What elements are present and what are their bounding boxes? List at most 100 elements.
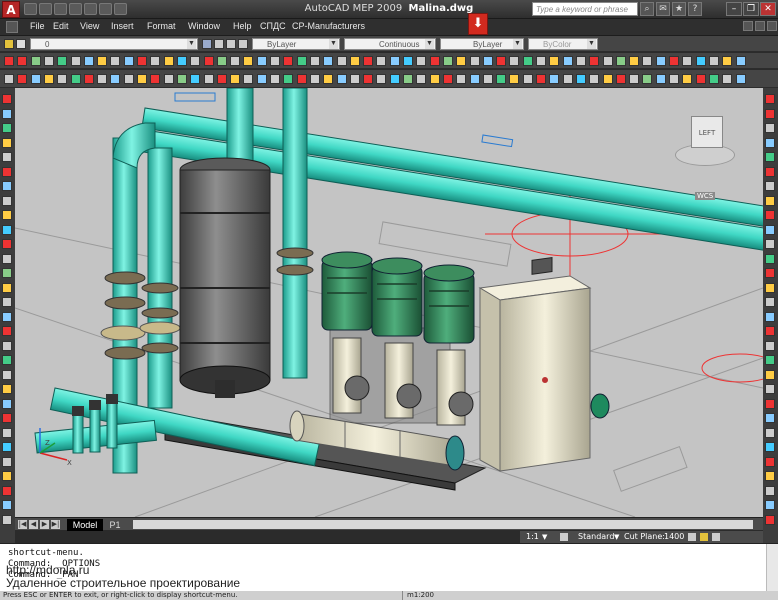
toolbar-tool-icon[interactable] [669, 74, 679, 84]
toolbar-tool-icon[interactable] [708, 56, 719, 66]
sidebar-tool-icon[interactable] [2, 239, 12, 249]
annotation-scale[interactable]: 1:1 [526, 531, 539, 543]
toolbar-tool-icon[interactable] [376, 56, 387, 66]
tab-model[interactable]: Model [67, 519, 103, 531]
toolbar-tool-icon[interactable] [522, 74, 533, 84]
toolbar-tool-icon[interactable] [389, 56, 400, 66]
toolbar-tool-icon[interactable] [536, 56, 546, 66]
toolbar-tool-icon[interactable] [83, 74, 94, 84]
toolbar-tool-icon[interactable] [216, 56, 227, 66]
toolbar-tool-icon[interactable] [17, 56, 28, 66]
toolbar-tool-icon[interactable] [190, 56, 201, 66]
tab-p1[interactable]: P1 [105, 519, 125, 531]
toolbar-tool-icon[interactable] [682, 56, 693, 66]
toolbar-tool-icon[interactable] [363, 74, 374, 84]
toolbar-tool-icon[interactable] [283, 74, 294, 84]
sidebar-tool-icon[interactable] [2, 340, 12, 351]
toolbar-tool-icon[interactable] [309, 74, 320, 84]
toolbar-tool-icon[interactable] [642, 74, 653, 84]
toolbar-tool-icon[interactable] [615, 56, 626, 66]
drawing-scale[interactable]: m1:200 [402, 591, 462, 600]
download-arrow-icon[interactable]: ⬇ [468, 13, 488, 35]
toolbar-tool-icon[interactable] [482, 56, 493, 66]
toolbar-tool-icon[interactable] [349, 74, 360, 84]
sidebar-tool-icon[interactable] [765, 268, 775, 278]
toolbar-tool-icon[interactable] [110, 56, 121, 66]
toolbar-tool-icon[interactable] [323, 74, 334, 84]
menu-cp-manufacturers[interactable]: CP-Manufacturers [292, 21, 365, 31]
sidebar-tool-icon[interactable] [2, 442, 12, 452]
toolbar-tool-icon[interactable] [403, 56, 413, 66]
sidebar-tool-icon[interactable] [2, 485, 12, 496]
linetype-dropdown[interactable]: Continuous ▼ [344, 38, 436, 50]
toolbar-tool-icon[interactable] [163, 56, 174, 66]
menu-view[interactable]: View [80, 21, 99, 31]
sidebar-tool-icon[interactable] [765, 195, 775, 206]
toolbar-tool-icon[interactable] [456, 56, 467, 66]
sidebar-tool-icon[interactable] [2, 210, 12, 220]
toolbar-tool-icon[interactable] [575, 74, 586, 84]
minimize-button[interactable]: – [726, 2, 742, 16]
sidebar-tool-icon[interactable] [2, 471, 12, 481]
toolbar-tool-icon[interactable] [203, 74, 214, 84]
sidebar-tool-icon[interactable] [2, 427, 12, 438]
sidebar-tool-icon[interactable] [765, 210, 775, 220]
sidebar-tool-icon[interactable] [765, 94, 775, 104]
search-icon[interactable]: ⌕ [640, 2, 654, 16]
toolbar-tool-icon[interactable] [150, 56, 161, 66]
toolbar-tool-icon[interactable] [43, 56, 54, 66]
sidebar-tool-icon[interactable] [765, 485, 775, 496]
toolbar-tool-icon[interactable] [469, 56, 480, 66]
sidebar-tool-icon[interactable] [765, 442, 775, 452]
toolbar-tool-icon[interactable] [97, 74, 108, 84]
toolbar-tool-icon[interactable] [376, 74, 387, 84]
toolbar-tool-icon[interactable] [509, 74, 520, 84]
toolbar-tool-icon[interactable] [270, 74, 280, 84]
toolbar-tool-icon[interactable] [442, 56, 453, 66]
viewcube-face[interactable]: LEFT [691, 116, 723, 148]
toolbar-tool-icon[interactable] [57, 56, 68, 66]
toolbar-tool-icon[interactable] [682, 74, 693, 84]
lineweight-dropdown[interactable]: ByLayer ▼ [440, 38, 524, 50]
toolbar-tool-icon[interactable] [363, 56, 374, 66]
layer-previous-icon[interactable] [214, 39, 224, 49]
display-config[interactable]: Standard [578, 531, 614, 543]
toolbar-tool-icon[interactable] [30, 56, 41, 66]
layer-manager-icon[interactable] [4, 39, 14, 49]
sidebar-tool-icon[interactable] [765, 311, 775, 322]
toolbar-tool-icon[interactable] [4, 74, 14, 84]
toolbar-tool-icon[interactable] [296, 56, 307, 66]
doc-close-button[interactable] [767, 21, 777, 31]
sidebar-tool-icon[interactable] [2, 253, 12, 264]
viewcube[interactable]: LEFT [675, 108, 735, 166]
menu-insert[interactable]: Insert [111, 21, 134, 31]
toolbar-tool-icon[interactable] [256, 56, 267, 66]
sidebar-tool-icon[interactable] [765, 181, 775, 191]
toolbar-tool-icon[interactable] [349, 56, 360, 66]
toolbar-tool-icon[interactable] [602, 74, 613, 84]
restore-button[interactable]: ❐ [743, 2, 759, 16]
sidebar-tool-icon[interactable] [2, 398, 12, 409]
toolbar-tool-icon[interactable] [17, 74, 28, 84]
sidebar-tool-icon[interactable] [765, 384, 775, 394]
toolbar-tool-icon[interactable] [722, 56, 733, 66]
toolbar-tool-icon[interactable] [722, 74, 733, 84]
layer-isolate-icon[interactable] [226, 39, 236, 49]
sidebar-tool-icon[interactable] [765, 137, 775, 148]
toolbar-tool-icon[interactable] [642, 56, 653, 66]
horizontal-scrollbar[interactable] [133, 520, 753, 529]
toolbar-tool-icon[interactable] [429, 74, 440, 84]
help-icon[interactable]: ? [688, 2, 702, 16]
sidebar-tool-icon[interactable] [2, 456, 12, 467]
toolbar-tool-icon[interactable] [176, 74, 187, 84]
toolbar-tool-icon[interactable] [296, 74, 307, 84]
sidebar-tool-icon[interactable] [765, 355, 775, 365]
toolbar-tool-icon[interactable] [389, 74, 400, 84]
first-tab-icon[interactable]: |◀ [18, 520, 27, 529]
toolbar-tool-icon[interactable] [270, 56, 280, 66]
toolbar-tool-icon[interactable] [655, 56, 666, 66]
plotstyle-dropdown[interactable]: ByColor ▼ [528, 38, 598, 50]
toolbar-tool-icon[interactable] [70, 74, 81, 84]
sidebar-tool-icon[interactable] [2, 326, 12, 336]
toolbar-tool-icon[interactable] [509, 56, 520, 66]
